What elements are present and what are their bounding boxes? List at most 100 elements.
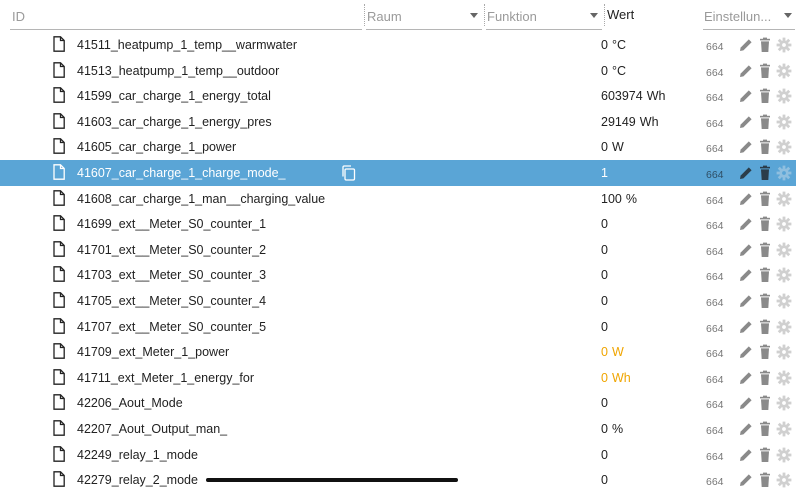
gear-icon[interactable]: [776, 139, 792, 155]
trash-icon[interactable]: [757, 114, 773, 130]
trash-icon[interactable]: [757, 447, 773, 463]
table-row[interactable]: 42206_Aout_Mode 0 664: [0, 390, 796, 416]
table-row[interactable]: 41707_ext__Meter_S0_counter_5 0 664: [0, 314, 796, 340]
trash-icon[interactable]: [757, 267, 773, 283]
pencil-icon[interactable]: [738, 88, 754, 104]
pencil-icon[interactable]: [738, 395, 754, 411]
pencil-icon[interactable]: [738, 216, 754, 232]
pencil-icon[interactable]: [738, 344, 754, 360]
table-row[interactable]: 41603_car_charge_1_energy_pres 29149 Wh 664: [0, 109, 796, 135]
trash-icon[interactable]: [757, 319, 773, 335]
copy-icon[interactable]: [341, 165, 356, 181]
horizontal-scrollbar[interactable]: [206, 478, 458, 482]
object-value[interactable]: 0: [601, 320, 608, 334]
gear-icon[interactable]: [776, 114, 792, 130]
object-value[interactable]: 0: [601, 396, 608, 410]
pencil-icon[interactable]: [738, 139, 754, 155]
table-row[interactable]: 41607_car_charge_1_charge_mode_ 1 664: [0, 159, 796, 186]
object-value[interactable]: 0: [601, 243, 608, 257]
pencil-icon[interactable]: [738, 242, 754, 258]
table-row[interactable]: 41599_car_charge_1_energy_total 603974 Wh 6…: [0, 83, 796, 109]
object-value[interactable]: 0: [601, 217, 608, 231]
gear-icon[interactable]: [776, 293, 792, 309]
wert-column-header[interactable]: Wert: [607, 7, 634, 22]
raum-filter-select[interactable]: Raum: [366, 0, 482, 30]
id-filter-field[interactable]: ID: [10, 0, 362, 30]
object-value[interactable]: 0: [601, 448, 608, 462]
table-row[interactable]: 41699_ext__Meter_S0_counter_1 0 664: [0, 211, 796, 237]
trash-icon[interactable]: [757, 63, 773, 79]
gear-icon[interactable]: [776, 267, 792, 283]
pencil-icon[interactable]: [738, 421, 754, 437]
pencil-icon[interactable]: [738, 165, 754, 181]
trash-icon[interactable]: [757, 421, 773, 437]
pencil-icon[interactable]: [738, 63, 754, 79]
file-icon: [53, 215, 65, 232]
trash-icon[interactable]: [757, 395, 773, 411]
object-value[interactable]: 0W: [601, 140, 624, 154]
pencil-icon[interactable]: [738, 472, 754, 488]
pencil-icon[interactable]: [738, 267, 754, 283]
gear-icon[interactable]: [776, 88, 792, 104]
table-row[interactable]: 42207_Aout_Output_man_ 0% 664: [0, 416, 796, 442]
table-row[interactable]: 41711_ext_Meter_1_energy_for 0 Wh 664: [0, 365, 796, 391]
trash-icon[interactable]: [757, 191, 773, 207]
gear-icon[interactable]: [776, 319, 792, 335]
table-row[interactable]: 41705_ext__Meter_S0_counter_4 0 664: [0, 288, 796, 314]
trash-icon[interactable]: [757, 139, 773, 155]
trash-icon[interactable]: [757, 88, 773, 104]
pencil-icon[interactable]: [738, 319, 754, 335]
object-value[interactable]: 29149 Wh: [601, 115, 659, 129]
gear-icon[interactable]: [776, 242, 792, 258]
funktion-filter-select[interactable]: Funktion: [486, 0, 602, 30]
trash-icon[interactable]: [757, 37, 773, 53]
trash-icon[interactable]: [757, 293, 773, 309]
object-value[interactable]: 0 °C: [601, 64, 626, 78]
gear-icon[interactable]: [776, 63, 792, 79]
gear-icon[interactable]: [776, 395, 792, 411]
object-value[interactable]: 0: [601, 268, 608, 282]
table-row[interactable]: 41703_ext__Meter_S0_counter_3 0 664: [0, 262, 796, 288]
trash-icon[interactable]: [757, 242, 773, 258]
pencil-icon[interactable]: [738, 370, 754, 386]
gear-icon[interactable]: [776, 370, 792, 386]
table-row[interactable]: 42249_relay_1_mode 0 664: [0, 442, 796, 468]
trash-icon[interactable]: [757, 370, 773, 386]
gear-icon[interactable]: [776, 421, 792, 437]
object-value[interactable]: 0: [601, 294, 608, 308]
object-value[interactable]: 0%: [601, 422, 623, 436]
gear-icon[interactable]: [776, 447, 792, 463]
settings-filter-select[interactable]: Einstellun...: [703, 0, 795, 30]
value-number: 0: [601, 370, 608, 385]
object-value[interactable]: 0W: [601, 345, 624, 359]
table-row[interactable]: 41511_heatpump_1_temp__warmwater 0 °C 664: [0, 32, 796, 58]
trash-icon[interactable]: [757, 216, 773, 232]
object-value[interactable]: 0 Wh: [601, 371, 631, 385]
table-row[interactable]: 41608_car_charge_1_man__charging_value 10…: [0, 186, 796, 212]
trash-icon[interactable]: [757, 165, 773, 181]
file-icon: [53, 394, 65, 411]
pencil-icon[interactable]: [738, 191, 754, 207]
table-row[interactable]: 41701_ext__Meter_S0_counter_2 0 664: [0, 237, 796, 263]
object-value[interactable]: 0: [601, 473, 608, 487]
trash-icon[interactable]: [757, 344, 773, 360]
table-row[interactable]: 41709_ext_Meter_1_power 0 W 664: [0, 339, 796, 365]
gear-icon[interactable]: [776, 344, 792, 360]
gear-icon[interactable]: [776, 165, 792, 181]
pencil-icon[interactable]: [738, 114, 754, 130]
table-row[interactable]: 41513_heatpump_1_temp__outdoor 0 °C 664: [0, 58, 796, 84]
file-icon: [53, 112, 65, 129]
object-value[interactable]: 0 °C: [601, 38, 626, 52]
pencil-icon[interactable]: [738, 293, 754, 309]
pencil-icon[interactable]: [738, 37, 754, 53]
gear-icon[interactable]: [776, 216, 792, 232]
trash-icon[interactable]: [757, 472, 773, 488]
object-value[interactable]: 100%: [601, 192, 637, 206]
gear-icon[interactable]: [776, 472, 792, 488]
table-row[interactable]: 41605_car_charge_1_power 0 W 664: [0, 134, 796, 160]
object-value[interactable]: 603974 Wh: [601, 89, 665, 103]
gear-icon[interactable]: [776, 191, 792, 207]
pencil-icon[interactable]: [738, 447, 754, 463]
object-value[interactable]: 1: [601, 166, 608, 180]
gear-icon[interactable]: [776, 37, 792, 53]
